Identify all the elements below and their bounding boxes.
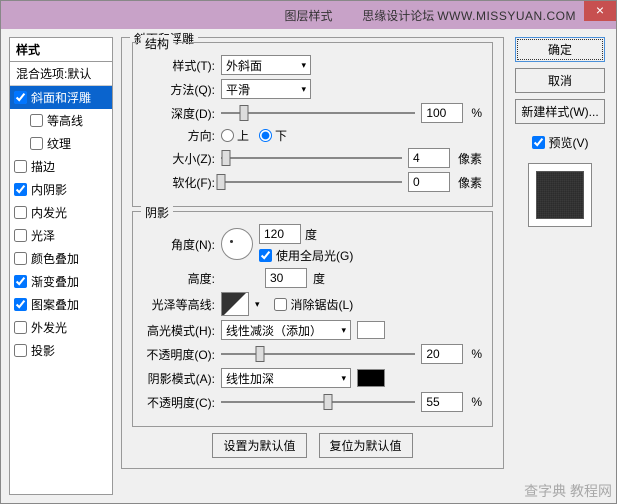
- size-input[interactable]: [408, 148, 450, 168]
- chevron-down-icon: ▾: [301, 60, 306, 71]
- gloss-contour-label: 光泽等高线:: [143, 296, 215, 313]
- bevel-section: 斜面和浮雕 结构 样式(T): 外斜面 ▾ 方法(Q): 平滑: [121, 37, 504, 469]
- direction-down[interactable]: 下: [259, 127, 287, 144]
- highlight-opacity-label: 不透明度(O):: [143, 346, 215, 363]
- size-label: 大小(Z):: [143, 150, 215, 167]
- style-pattern-overlay-checkbox[interactable]: [14, 298, 27, 311]
- angle-dial[interactable]: [221, 228, 253, 260]
- chevron-down-icon: ▾: [341, 325, 346, 336]
- shading-title: 阴影: [141, 204, 173, 221]
- styles-header: 样式: [10, 38, 112, 62]
- style-select[interactable]: 外斜面 ▾: [221, 55, 311, 75]
- size-slider[interactable]: [221, 149, 402, 167]
- method-select[interactable]: 平滑 ▾: [221, 79, 311, 99]
- new-style-button[interactable]: 新建样式(W)...: [515, 99, 605, 124]
- cancel-button[interactable]: 取消: [515, 68, 605, 93]
- chevron-down-icon: ▾: [341, 373, 346, 384]
- highlight-mode-label: 高光模式(H):: [143, 322, 215, 339]
- soften-input[interactable]: [408, 172, 450, 192]
- direction-label: 方向:: [143, 127, 215, 144]
- style-drop-shadow-checkbox[interactable]: [14, 344, 27, 357]
- highlight-color[interactable]: [357, 321, 385, 339]
- style-contour[interactable]: 等高线: [10, 109, 112, 132]
- style-stroke-checkbox[interactable]: [14, 160, 27, 173]
- window-title: 图层样式: [284, 7, 332, 24]
- angle-label: 角度(N):: [143, 236, 215, 253]
- style-pattern-overlay[interactable]: 图案叠加: [10, 293, 112, 316]
- antialias-checkbox[interactable]: 消除锯齿(L): [274, 296, 354, 313]
- style-contour-checkbox[interactable]: [30, 114, 43, 127]
- depth-slider[interactable]: [221, 104, 415, 122]
- shading-group: 阴影 角度(N): 度 使用全局光(G): [132, 211, 493, 427]
- dialog-content: 样式 混合选项:默认 斜面和浮雕 等高线 纹理 描边 内阴影: [1, 29, 616, 503]
- style-satin[interactable]: 光泽: [10, 224, 112, 247]
- style-label: 样式(T):: [143, 57, 215, 74]
- preview-swatch: [536, 171, 584, 219]
- blend-options[interactable]: 混合选项:默认: [10, 62, 112, 86]
- style-inner-shadow-checkbox[interactable]: [14, 183, 27, 196]
- method-label: 方法(Q):: [143, 81, 215, 98]
- soften-slider[interactable]: [221, 173, 402, 191]
- dialog-buttons: 确定 取消 新建样式(W)... 预览(V): [512, 37, 608, 495]
- style-color-overlay[interactable]: 颜色叠加: [10, 247, 112, 270]
- style-gradient-overlay-checkbox[interactable]: [14, 275, 27, 288]
- style-bevel-checkbox[interactable]: [14, 91, 27, 104]
- style-texture[interactable]: 纹理: [10, 132, 112, 155]
- highlight-mode-select[interactable]: 线性减淡（添加） ▾: [221, 320, 351, 340]
- soften-label: 软化(F):: [143, 174, 215, 191]
- shadow-opacity-label: 不透明度(C):: [143, 394, 215, 411]
- highlight-opacity-input[interactable]: [421, 344, 463, 364]
- style-inner-shadow[interactable]: 内阴影: [10, 178, 112, 201]
- style-outer-glow-checkbox[interactable]: [14, 321, 27, 334]
- style-bevel-emboss[interactable]: 斜面和浮雕: [10, 86, 112, 109]
- shadow-opacity-slider[interactable]: [221, 393, 415, 411]
- chevron-down-icon[interactable]: ▾: [255, 299, 260, 310]
- style-stroke[interactable]: 描边: [10, 155, 112, 178]
- close-button[interactable]: ×: [584, 1, 616, 21]
- style-inner-glow[interactable]: 内发光: [10, 201, 112, 224]
- style-texture-checkbox[interactable]: [30, 137, 43, 150]
- titlebar: 图层样式 思缘设计论坛 WWW.MISSYUAN.COM ×: [1, 1, 616, 29]
- chevron-down-icon: ▾: [301, 84, 306, 95]
- style-satin-checkbox[interactable]: [14, 229, 27, 242]
- style-gradient-overlay[interactable]: 渐变叠加: [10, 270, 112, 293]
- structure-title: 结构: [141, 35, 173, 52]
- titlebar-credit: 思缘设计论坛 WWW.MISSYUAN.COM: [362, 7, 576, 24]
- altitude-label: 高度:: [143, 270, 215, 287]
- style-inner-glow-checkbox[interactable]: [14, 206, 27, 219]
- altitude-input[interactable]: [265, 268, 307, 288]
- styles-list: 样式 混合选项:默认 斜面和浮雕 等高线 纹理 描边 内阴影: [9, 37, 113, 495]
- preview-checkbox[interactable]: 预览(V): [532, 134, 589, 151]
- depth-input[interactable]: [421, 103, 463, 123]
- style-outer-glow[interactable]: 外发光: [10, 316, 112, 339]
- set-default-button[interactable]: 设置为默认值: [212, 433, 306, 458]
- layer-style-dialog: 图层样式 思缘设计论坛 WWW.MISSYUAN.COM × 样式 混合选项:默…: [0, 0, 617, 504]
- highlight-opacity-slider[interactable]: [221, 345, 415, 363]
- shadow-mode-select[interactable]: 线性加深 ▾: [221, 368, 351, 388]
- structure-group: 结构 样式(T): 外斜面 ▾ 方法(Q): 平滑 ▾: [132, 42, 493, 207]
- direction-up[interactable]: 上: [221, 127, 249, 144]
- shadow-mode-label: 阴影模式(A):: [143, 370, 215, 387]
- preview-box: [528, 163, 592, 227]
- shadow-color[interactable]: [357, 369, 385, 387]
- depth-label: 深度(D):: [143, 105, 215, 122]
- gloss-contour-picker[interactable]: [221, 292, 249, 316]
- settings-panel: 斜面和浮雕 结构 样式(T): 外斜面 ▾ 方法(Q): 平滑: [121, 37, 504, 495]
- global-light-checkbox[interactable]: 使用全局光(G): [259, 247, 353, 264]
- ok-button[interactable]: 确定: [515, 37, 605, 62]
- angle-input[interactable]: [259, 224, 301, 244]
- shadow-opacity-input[interactable]: [421, 392, 463, 412]
- reset-default-button[interactable]: 复位为默认值: [319, 433, 413, 458]
- style-color-overlay-checkbox[interactable]: [14, 252, 27, 265]
- style-drop-shadow[interactable]: 投影: [10, 339, 112, 362]
